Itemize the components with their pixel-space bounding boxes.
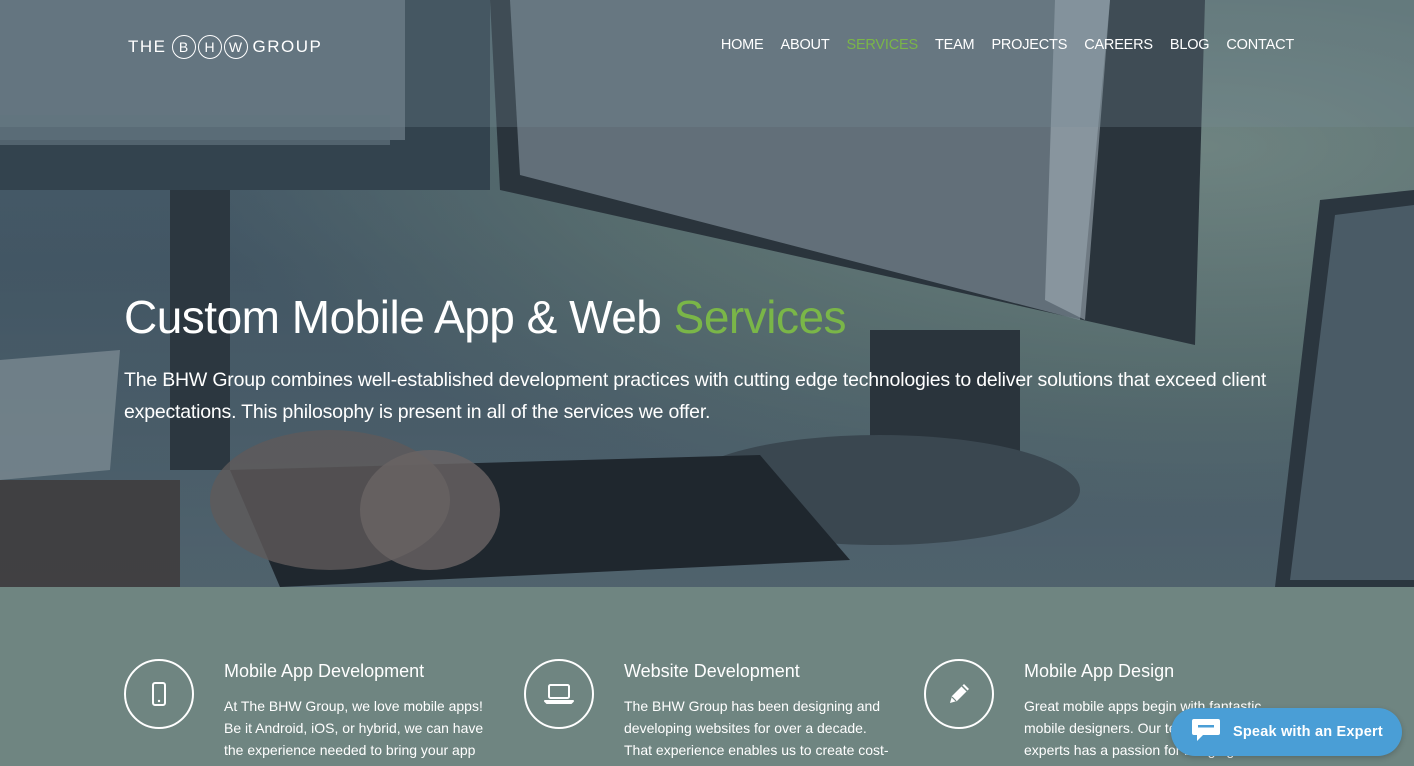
logo-letter-b: B xyxy=(171,35,196,59)
nav-contact[interactable]: CONTACT xyxy=(1226,37,1294,53)
logo-text-group: GROUP xyxy=(252,37,323,56)
nav-about[interactable]: ABOUT xyxy=(781,37,830,53)
mobile-phone-icon xyxy=(124,659,194,729)
hero-section: THE B H W GROUP HOME ABOUT SERVICES TEAM… xyxy=(0,0,1414,587)
nav-home[interactable]: HOME xyxy=(721,37,764,53)
chat-button-label: Speak with an Expert xyxy=(1233,724,1383,740)
nav-services[interactable]: SERVICES xyxy=(846,37,918,53)
logo-letter-w: W xyxy=(223,35,248,59)
logo-letter-h: H xyxy=(197,35,222,59)
nav-projects[interactable]: PROJECTS xyxy=(991,37,1067,53)
laptop-icon xyxy=(524,659,594,729)
service-title: Website Development xyxy=(624,661,800,681)
service-text: The BHW Group has been designing and dev… xyxy=(624,698,889,758)
top-navigation-bar xyxy=(0,0,1414,127)
main-nav: HOME ABOUT SERVICES TEAM PROJECTS CAREER… xyxy=(704,37,1294,53)
chat-bubble-icon xyxy=(1191,717,1221,748)
speak-with-expert-button[interactable]: Speak with an Expert xyxy=(1171,708,1402,756)
service-text: At The BHW Group, we love mobile apps! B… xyxy=(224,698,484,758)
nav-blog[interactable]: BLOG xyxy=(1170,37,1210,53)
nav-team[interactable]: TEAM xyxy=(935,37,975,53)
bhw-group-logo[interactable]: THE B H W GROUP xyxy=(124,33,326,61)
service-title: Mobile App Development xyxy=(224,661,425,681)
service-title: Mobile App Design xyxy=(1024,661,1175,681)
hero-title: Custom Mobile App & Web Services xyxy=(124,290,847,344)
hero-description: The BHW Group combines well-established … xyxy=(124,369,1267,423)
logo-text-the: THE xyxy=(128,37,167,56)
hero-title-accent: Services xyxy=(673,291,847,343)
hero-title-main: Custom Mobile App & Web xyxy=(124,291,674,343)
nav-careers[interactable]: CAREERS xyxy=(1084,37,1153,53)
pencil-icon xyxy=(924,659,994,729)
